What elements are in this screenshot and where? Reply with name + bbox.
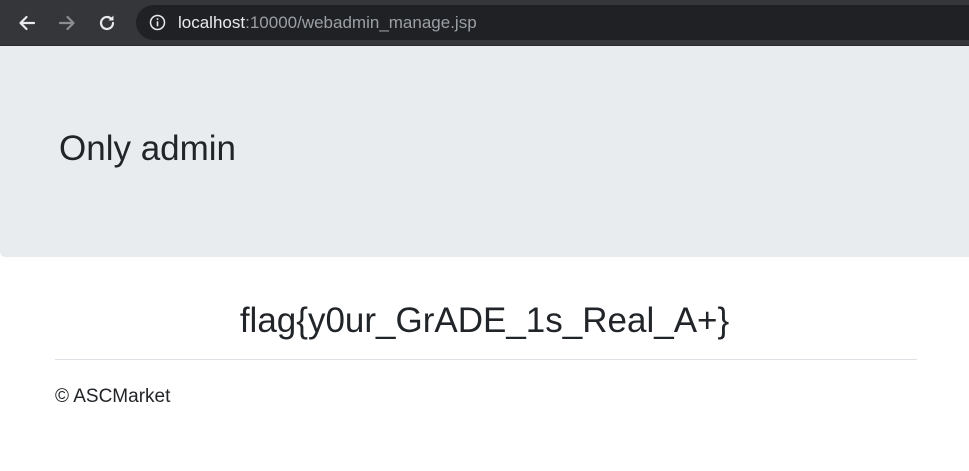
divider: [55, 359, 917, 360]
browser-toolbar: localhost:10000/webadmin_manage.jsp: [0, 0, 969, 46]
forward-arrow-icon: [57, 13, 77, 33]
forward-button[interactable]: [53, 9, 81, 37]
url-path: :10000/webadmin_manage.jsp: [245, 13, 477, 32]
info-icon[interactable]: [149, 14, 166, 31]
page-title: Only admin: [59, 129, 237, 168]
footer-copyright: © ASCMarket: [55, 386, 171, 407]
url-text[interactable]: localhost:10000/webadmin_manage.jsp: [178, 13, 477, 32]
jumbotron: Only admin: [0, 46, 969, 257]
url-host: localhost: [178, 13, 246, 32]
address-bar[interactable]: localhost:10000/webadmin_manage.jsp: [136, 5, 969, 40]
back-arrow-icon: [17, 13, 37, 33]
back-button[interactable]: [13, 9, 41, 37]
reload-button[interactable]: [93, 9, 121, 37]
flag-heading: flag{y0ur_GrADE_1s_Real_A+}: [239, 301, 730, 340]
reload-icon: [97, 13, 117, 33]
